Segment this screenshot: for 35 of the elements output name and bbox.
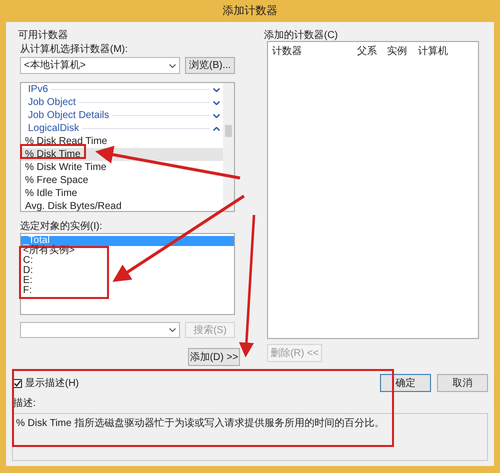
category-row[interactable]: Job Object Details [21,109,223,122]
computer-dropdown[interactable]: <本地计算机> [20,57,180,74]
category-row[interactable]: Job Object [21,96,223,109]
browse-button[interactable]: 浏览(B)... [185,57,235,74]
field-label: 从计算机选择计数器(M): [20,42,129,56]
counter-item[interactable]: Avg. Disk Bytes/Read [21,200,223,213]
column-header[interactable]: 实例 [387,44,407,59]
description-text: % Disk Time 指所选磁盘驱动器忙于为读或写入请求提供服务所用的时间的百分比。 [16,418,384,429]
column-header[interactable]: 计数器 [272,44,302,59]
search-field[interactable] [20,322,180,338]
counter-item[interactable]: % Disk Write Time [21,161,223,174]
category-row[interactable]: LogicalDisk [21,122,223,135]
counter-item[interactable]: % Free Space [21,174,223,187]
instance-item[interactable]: C: [21,256,33,266]
scrollbar[interactable] [223,83,234,211]
annotation-box [20,144,86,159]
description-label: 描述: [13,396,37,411]
column-header[interactable]: 计算机 [418,44,448,59]
cancel-button[interactable]: 取消 [437,374,488,392]
caret-icon [169,328,176,332]
instance-item[interactable]: E: [21,276,32,286]
instance-item[interactable]: D: [21,266,33,276]
caret-icon [169,64,176,68]
ok-button[interactable]: 确定 [380,374,431,392]
field-label: 选定对象的实例(I): [20,220,104,231]
add-button[interactable]: 添加(D) >> [188,348,240,366]
checkbox-label: 显示描述(H) [25,376,79,390]
category-row[interactable]: IPv6 [21,83,223,96]
counter-item[interactable]: % Idle Time [21,187,223,200]
counter-item[interactable]: % Disk Read Time [21,135,223,148]
group-label: 添加的计数器(C) [264,28,339,41]
group-label: 可用计数器 [18,28,69,41]
column-header[interactable]: 父系 [357,44,377,59]
window-title: 添加计数器 [222,4,278,19]
instance-item[interactable]: F: [21,286,32,296]
